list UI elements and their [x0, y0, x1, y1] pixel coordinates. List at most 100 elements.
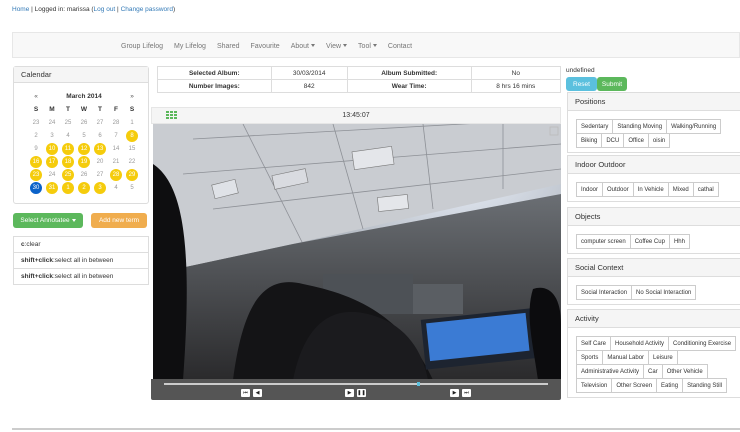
calendar-day[interactable]: 3 [44, 129, 60, 142]
tag-button[interactable]: oisin [647, 133, 671, 148]
calendar-day[interactable]: 7 [108, 129, 124, 142]
calendar-day[interactable]: 17 [44, 155, 60, 168]
step-forward-icon[interactable]: ▶ [450, 389, 459, 397]
calendar-day[interactable]: 6 [92, 129, 108, 142]
calendar-next-button[interactable]: » [124, 90, 140, 103]
logout-link[interactable]: Log out [94, 6, 116, 13]
calendar-day[interactable]: 15 [124, 142, 140, 155]
calendar-day[interactable]: 25 [60, 116, 76, 129]
calendar-day[interactable]: 20 [92, 155, 108, 168]
calendar-day[interactable]: 3 [92, 181, 108, 194]
calendar-day[interactable]: 2 [28, 129, 44, 142]
tag-button[interactable]: Household Activity [610, 336, 670, 351]
calendar-day[interactable]: 30 [28, 181, 44, 194]
tag-button[interactable]: Administrative Activity [576, 364, 645, 379]
calendar-day[interactable]: 14 [108, 142, 124, 155]
calendar-day[interactable]: 18 [60, 155, 76, 168]
calendar-day[interactable]: 24 [44, 168, 60, 181]
calendar-day[interactable]: 1 [60, 181, 76, 194]
nav-shared[interactable]: Shared [217, 43, 240, 50]
calendar-day[interactable]: 24 [44, 116, 60, 129]
calendar-day[interactable]: 11 [60, 142, 76, 155]
tag-button[interactable]: Social Interaction [576, 285, 633, 300]
tag-button[interactable]: Office [623, 133, 649, 148]
calendar-day[interactable]: 27 [92, 168, 108, 181]
nav-view-dropdown[interactable]: View [326, 43, 348, 50]
submit-button[interactable]: Submit [597, 77, 627, 91]
tag-button[interactable]: Eating [656, 378, 684, 393]
add-new-term-button[interactable]: Add new term [91, 213, 147, 228]
calendar-day[interactable]: 10 [44, 142, 60, 155]
calendar-day[interactable]: 9 [28, 142, 44, 155]
seek-bar[interactable] [164, 381, 548, 386]
nav-about-dropdown[interactable]: About [291, 43, 315, 50]
weekday-label: S [129, 106, 135, 113]
calendar-day[interactable]: 12 [76, 142, 92, 155]
calendar-day[interactable]: 26 [76, 168, 92, 181]
step-back-icon[interactable]: ◀ [253, 389, 262, 397]
pause-icon[interactable]: ❚❚ [357, 389, 366, 397]
lifelog-photo[interactable] [153, 124, 561, 380]
calendar-day[interactable]: 27 [92, 116, 108, 129]
play-icon[interactable]: ▶ [345, 389, 354, 397]
tag-button[interactable]: Hhh [668, 234, 690, 249]
nav-contact[interactable]: Contact [388, 43, 412, 50]
calendar-day[interactable]: 1 [124, 116, 140, 129]
tag-button[interactable]: Outdoor [602, 182, 634, 197]
tag-button[interactable]: Coffee Cup [629, 234, 670, 249]
tag-button[interactable]: Conditioning Exercise [668, 336, 737, 351]
tag-button[interactable]: Manual Labor [602, 350, 650, 365]
tag-button[interactable]: computer screen [576, 234, 631, 249]
calendar-day[interactable]: 16 [28, 155, 44, 168]
change-password-link[interactable]: Change password [121, 6, 173, 13]
tag-button[interactable]: Other Screen [611, 378, 658, 393]
calendar-day[interactable]: 28 [108, 168, 124, 181]
tag-button[interactable]: Television [576, 378, 613, 393]
tag-button[interactable]: Self Care [576, 336, 612, 351]
tag-button[interactable]: Standing Moving [612, 119, 668, 134]
tag-button[interactable]: Indoor [576, 182, 604, 197]
calendar-day[interactable]: 21 [108, 155, 124, 168]
tag-button[interactable]: cathal [692, 182, 719, 197]
tag-button[interactable]: Walking/Running [666, 119, 722, 134]
nav-group-lifelog[interactable]: Group Lifelog [121, 43, 163, 50]
calendar-day[interactable]: 28 [108, 116, 124, 129]
tag-button[interactable]: In Vehicle [632, 182, 669, 197]
calendar-day[interactable]: 29 [124, 168, 140, 181]
calendar-day[interactable]: 8 [124, 129, 140, 142]
tag-button[interactable]: Other Vehicle [661, 364, 708, 379]
nav-tool-dropdown[interactable]: Tool [358, 43, 377, 50]
home-link[interactable]: Home [12, 6, 29, 13]
tag-button[interactable]: DCU [601, 133, 625, 148]
select-annotatee-button[interactable]: Select Annotatee [13, 213, 83, 228]
calendar-day[interactable]: 19 [76, 155, 92, 168]
tag-button[interactable]: Car [643, 364, 663, 379]
skip-to-end-icon[interactable]: ⏭ [462, 389, 471, 397]
calendar-day[interactable]: 23 [28, 116, 44, 129]
calendar-month-label[interactable]: March 2014 [44, 90, 124, 103]
nav-my-lifelog[interactable]: My Lifelog [174, 43, 206, 50]
tag-button[interactable]: Sedentary [576, 119, 614, 134]
seek-handle[interactable] [417, 381, 421, 386]
nav-favourite[interactable]: Favourite [251, 43, 280, 50]
calendar-day[interactable]: 26 [76, 116, 92, 129]
tag-button[interactable]: Mixed [667, 182, 694, 197]
calendar-day[interactable]: 4 [60, 129, 76, 142]
tag-button[interactable]: Sports [576, 350, 604, 365]
tag-button[interactable]: No Social Interaction [631, 285, 697, 300]
calendar-day[interactable]: 31 [44, 181, 60, 194]
tag-button[interactable]: Biking [576, 133, 603, 148]
tag-button[interactable]: Standing Still [682, 378, 728, 393]
calendar-day[interactable]: 22 [124, 155, 140, 168]
calendar-day[interactable]: 13 [92, 142, 108, 155]
skip-to-start-icon[interactable]: ⏮ [241, 389, 250, 397]
reset-button[interactable]: Reset [566, 77, 597, 91]
calendar-prev-button[interactable]: « [28, 90, 44, 103]
calendar-day[interactable]: 5 [76, 129, 92, 142]
tag-button[interactable]: Leisure [648, 350, 678, 365]
calendar-day[interactable]: 23 [28, 168, 44, 181]
calendar-day[interactable]: 2 [76, 181, 92, 194]
calendar-day[interactable]: 25 [60, 168, 76, 181]
calendar-day[interactable]: 5 [124, 181, 140, 194]
calendar-day[interactable]: 4 [108, 181, 124, 194]
